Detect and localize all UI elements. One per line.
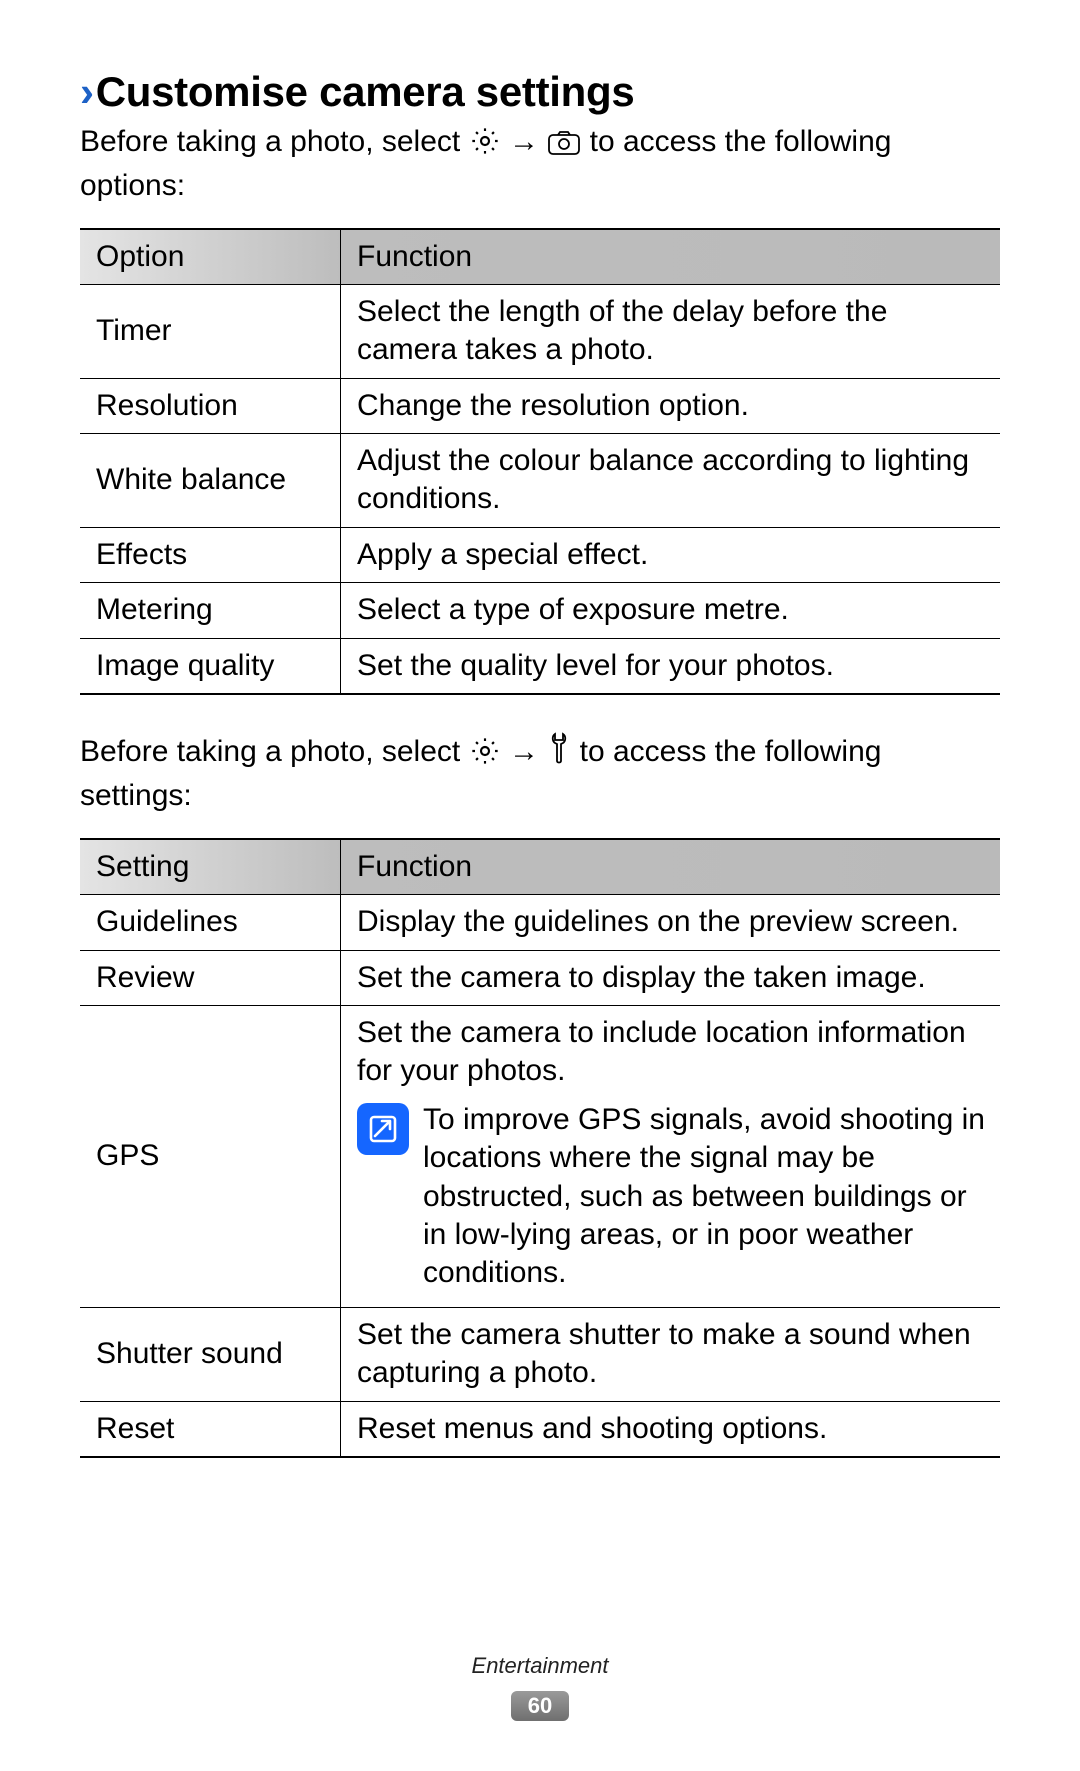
setting-cell: Reset	[80, 1401, 341, 1457]
option-cell: White balance	[80, 434, 341, 528]
table-row: Timer Select the length of the delay bef…	[80, 284, 1000, 378]
function-cell: Select the length of the delay before th…	[341, 284, 1001, 378]
table-row: Effects Apply a special effect.	[80, 527, 1000, 582]
option-cell: Metering	[80, 583, 341, 638]
intro1-arrow: →	[509, 125, 547, 158]
option-cell: Effects	[80, 527, 341, 582]
settings-table: Setting Function Guidelines Display the …	[80, 838, 1000, 1458]
table2-head-setting: Setting	[80, 839, 341, 895]
intro1-part-a: Before taking a photo, select	[80, 125, 469, 158]
page-footer: Entertainment 60	[0, 1652, 1080, 1723]
function-cell: Set the camera to display the taken imag…	[341, 950, 1001, 1005]
options-table: Option Function Timer Select the length …	[80, 228, 1000, 696]
table-row: Metering Select a type of exposure metre…	[80, 583, 1000, 638]
table-row: Image quality Set the quality level for …	[80, 638, 1000, 694]
note-icon	[357, 1103, 409, 1155]
option-cell: Image quality	[80, 638, 341, 694]
function-cell: Set the camera shutter to make a sound w…	[341, 1307, 1001, 1401]
setting-cell: GPS	[80, 1006, 341, 1308]
intro2-part-a: Before taking a photo, select	[80, 735, 469, 768]
table2-head-function: Function	[341, 839, 1001, 895]
table1-head-option: Option	[80, 229, 341, 285]
setting-cell: Shutter sound	[80, 1307, 341, 1401]
chevron-icon: ›	[80, 68, 94, 115]
note-block: To improve GPS signals, avoid shooting i…	[357, 1101, 986, 1293]
gear-icon	[469, 125, 501, 167]
table1-head-function: Function	[341, 229, 1001, 285]
function-cell: Set the camera to include location infor…	[341, 1006, 1001, 1308]
function-cell: Select a type of exposure metre.	[341, 583, 1001, 638]
setting-cell: Guidelines	[80, 895, 341, 950]
function-cell: Set the quality level for your photos.	[341, 638, 1001, 694]
table-row: GPS Set the camera to include location i…	[80, 1006, 1000, 1308]
section-heading: ›Customise camera settings	[80, 65, 1000, 119]
note-text: To improve GPS signals, avoid shooting i…	[423, 1101, 986, 1293]
table-row: White balance Adjust the colour balance …	[80, 434, 1000, 528]
table-row: Guidelines Display the guidelines on the…	[80, 895, 1000, 950]
gps-function-text: Set the camera to include location infor…	[357, 1014, 986, 1091]
table-row: Shutter sound Set the camera shutter to …	[80, 1307, 1000, 1401]
table-row: Review Set the camera to display the tak…	[80, 950, 1000, 1005]
option-cell: Timer	[80, 284, 341, 378]
intro-text-2: Before taking a photo, select → to acces…	[80, 731, 1000, 816]
heading-text: Customise camera settings	[96, 68, 635, 115]
footer-section-label: Entertainment	[0, 1652, 1080, 1680]
setting-cell: Review	[80, 950, 341, 1005]
intro2-arrow: →	[509, 735, 547, 768]
function-cell: Display the guidelines on the preview sc…	[341, 895, 1001, 950]
wrench-icon	[547, 731, 571, 777]
gear-icon	[469, 735, 501, 777]
page-number-badge: 60	[511, 1691, 569, 1721]
table-row: Reset Reset menus and shooting options.	[80, 1401, 1000, 1457]
function-cell: Reset menus and shooting options.	[341, 1401, 1001, 1457]
function-cell: Adjust the colour balance according to l…	[341, 434, 1001, 528]
function-cell: Apply a special effect.	[341, 527, 1001, 582]
intro-text-1: Before taking a photo, select → to acces…	[80, 123, 1000, 206]
camera-icon	[547, 129, 581, 167]
function-cell: Change the resolution option.	[341, 378, 1001, 433]
table-row: Resolution Change the resolution option.	[80, 378, 1000, 433]
option-cell: Resolution	[80, 378, 341, 433]
